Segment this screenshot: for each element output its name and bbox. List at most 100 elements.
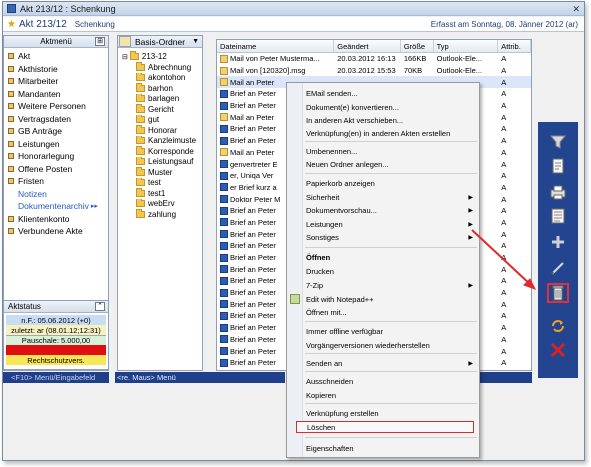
- word-file-icon: [220, 323, 228, 332]
- folder-icon: [136, 135, 145, 145]
- context-menu-item[interactable]: Sonstiges ▶: [305, 231, 477, 243]
- context-menu-item[interactable]: Kopieren: [305, 389, 477, 401]
- print-icon[interactable]: [547, 182, 569, 202]
- context-menu-item[interactable]: Neuen Ordner anlegen...: [305, 158, 477, 170]
- aktmenu-item[interactable]: Verbundene Akte: [4, 225, 108, 238]
- tree-node[interactable]: Muster: [118, 167, 202, 178]
- file-name-text: Brief an Peter: [230, 264, 276, 274]
- word-file-icon: [220, 230, 228, 239]
- akt-header: ★ Akt 213/12 Schenkung Erfasst am Sonnta…: [3, 17, 584, 32]
- tree-node[interactable]: Honorar: [118, 125, 202, 136]
- context-menu-item[interactable]: Senden an ▶: [305, 357, 477, 369]
- aktmenu-item[interactable]: Leistungen: [4, 138, 108, 151]
- folder-up-icon[interactable]: [119, 36, 131, 47]
- tree-root[interactable]: ⊟ 213-12: [118, 51, 202, 62]
- collapse-toggle-icon[interactable]: ⊟: [122, 53, 128, 61]
- aktmenu-item[interactable]: GB Anträge: [4, 125, 108, 138]
- context-menu-item[interactable]: Öffnen mit...: [305, 306, 477, 318]
- file-cell-name: Mail von [120320].msg: [217, 66, 334, 75]
- tree-node[interactable]: webErv: [118, 198, 202, 210]
- file-cell-attr: A: [498, 288, 531, 297]
- tree-node[interactable]: akontohon: [118, 72, 202, 84]
- new-document-icon[interactable]: [547, 156, 569, 176]
- aktmenu-item[interactable]: Mitarbeiter: [4, 75, 108, 88]
- pencil-icon[interactable]: [547, 258, 569, 278]
- plus-icon[interactable]: [547, 232, 569, 252]
- tree-node-label: test: [148, 178, 161, 188]
- submenu-arrow-icon: ▶: [468, 207, 473, 214]
- tree-node[interactable]: Korresponde: [118, 146, 202, 157]
- col-geaendert[interactable]: Geändert: [334, 40, 401, 52]
- tree-node[interactable]: test: [118, 177, 202, 189]
- context-menu-item[interactable]: Papierkorb anzeigen: [305, 177, 477, 189]
- col-typ[interactable]: Typ: [434, 40, 499, 52]
- aktmenu-item[interactable]: Offene Posten: [4, 163, 108, 176]
- aktmenu-item[interactable]: Dokumentenarchiv ▸▸: [4, 200, 108, 213]
- base-folder-select[interactable]: Basis-Ordner: [135, 37, 185, 47]
- context-menu-item[interactable]: Drucken: [305, 265, 477, 277]
- context-menu-item[interactable]: Sicherheit ▶: [305, 191, 477, 203]
- aktmenu-item[interactable]: Vertragsdaten: [4, 113, 108, 126]
- context-menu-item[interactable]: Verknüpfung(en) in anderen Akten erstell…: [305, 127, 477, 139]
- document-list-icon[interactable]: [547, 206, 569, 226]
- context-menu-item[interactable]: Immer offline verfügbar: [305, 325, 477, 337]
- context-menu-item[interactable]: Verknüpfung erstellen: [305, 407, 477, 419]
- context-menu-item[interactable]: Umbenennen...: [305, 145, 477, 157]
- chevron-down-icon[interactable]: ▼: [192, 38, 199, 45]
- aktmenu-item[interactable]: Klientenkonto: [4, 213, 108, 226]
- tree-node[interactable]: barhon: [118, 83, 202, 94]
- context-menu-item[interactable]: Ausschneiden: [305, 375, 477, 387]
- aktmenu-item[interactable]: Weitere Personen: [4, 100, 108, 113]
- tree-node[interactable]: Gericht: [118, 104, 202, 115]
- file-cell-attr: A: [498, 195, 531, 204]
- file-attr-text: A: [501, 136, 507, 146]
- aktmenu-item[interactable]: Mandanten: [4, 88, 108, 101]
- context-menu-item[interactable]: Eigenschaften: [305, 442, 477, 454]
- file-row[interactable]: Mail von Peter Musterma... 20.03.2012 16:…: [217, 53, 531, 65]
- tree-node-label: zahlung: [148, 209, 177, 219]
- aktmenu-item-label: Leistungen: [18, 138, 60, 149]
- context-menu-item[interactable]: 7-Zip ▶: [305, 279, 477, 291]
- tree-node[interactable]: Leistungsauf: [118, 156, 202, 168]
- filter-icon[interactable]: [547, 132, 569, 152]
- aktmenu-item[interactable]: Akt: [4, 50, 108, 63]
- star-icon[interactable]: ★: [7, 19, 16, 30]
- context-menu-item[interactable]: In anderen Akt verschieben...: [305, 114, 477, 126]
- tree-node[interactable]: zahlung: [118, 209, 202, 220]
- aktmenu-item[interactable]: Notizen: [4, 188, 108, 201]
- pin-icon[interactable]: ⊞: [95, 37, 105, 46]
- refresh-icon[interactable]: [547, 316, 569, 336]
- file-date-text: 20.03.2012 16:13: [337, 54, 396, 64]
- tree-node[interactable]: Abrechnung: [118, 62, 202, 73]
- tree-node-label: Kanzleimuste: [148, 136, 197, 146]
- context-menu-item[interactable]: EMail senden...: [305, 87, 477, 99]
- col-attrib[interactable]: Attrib.: [498, 40, 531, 52]
- context-menu-item[interactable]: Edit with Notepad++: [305, 293, 477, 305]
- context-menu-item[interactable]: Dokument(e) konvertieren...: [305, 101, 477, 113]
- tree-node[interactable]: Kanzleimuste: [118, 135, 202, 147]
- context-menu-item[interactable]: Dokumentvorschau... ▶: [305, 204, 477, 216]
- context-menu-item-label: Öffnen mit...: [306, 307, 347, 317]
- aktmenu-item[interactable]: Fristen: [4, 175, 108, 188]
- aktmenu-item[interactable]: Honorarlegung: [4, 150, 108, 163]
- context-menu-item-label: Umbenennen...: [306, 146, 358, 156]
- file-row[interactable]: Mail von [120320].msg 20.03.2012 15:53 70K…: [217, 65, 531, 77]
- delete-x-icon[interactable]: [547, 340, 569, 360]
- context-menu-item[interactable]: Löschen: [296, 421, 474, 433]
- aktmenu-title: Aktmenü: [40, 37, 72, 46]
- context-menu-item[interactable]: Leistungen ▶: [305, 218, 477, 230]
- context-menu-item[interactable]: Vorgängerversionen wiederherstellen: [305, 339, 477, 351]
- col-groesse[interactable]: Größe: [401, 40, 434, 52]
- close-icon[interactable]: ✕: [572, 4, 580, 15]
- tree-node[interactable]: barlagen: [118, 93, 202, 105]
- bullet-icon: [8, 228, 14, 235]
- context-menu-item[interactable]: Öffnen: [305, 251, 477, 263]
- tree-node[interactable]: test1: [118, 188, 202, 199]
- trash-icon[interactable]: [547, 283, 569, 303]
- col-dateiname[interactable]: Dateiname: [217, 40, 335, 52]
- aktmenu-item[interactable]: Akthistorie: [4, 63, 108, 76]
- tree-node[interactable]: gut: [118, 114, 202, 126]
- file-date-text: 20.03.2012 15:53: [337, 66, 396, 76]
- collapse-icon[interactable]: ⌃: [95, 302, 105, 311]
- folder-icon: [136, 93, 145, 103]
